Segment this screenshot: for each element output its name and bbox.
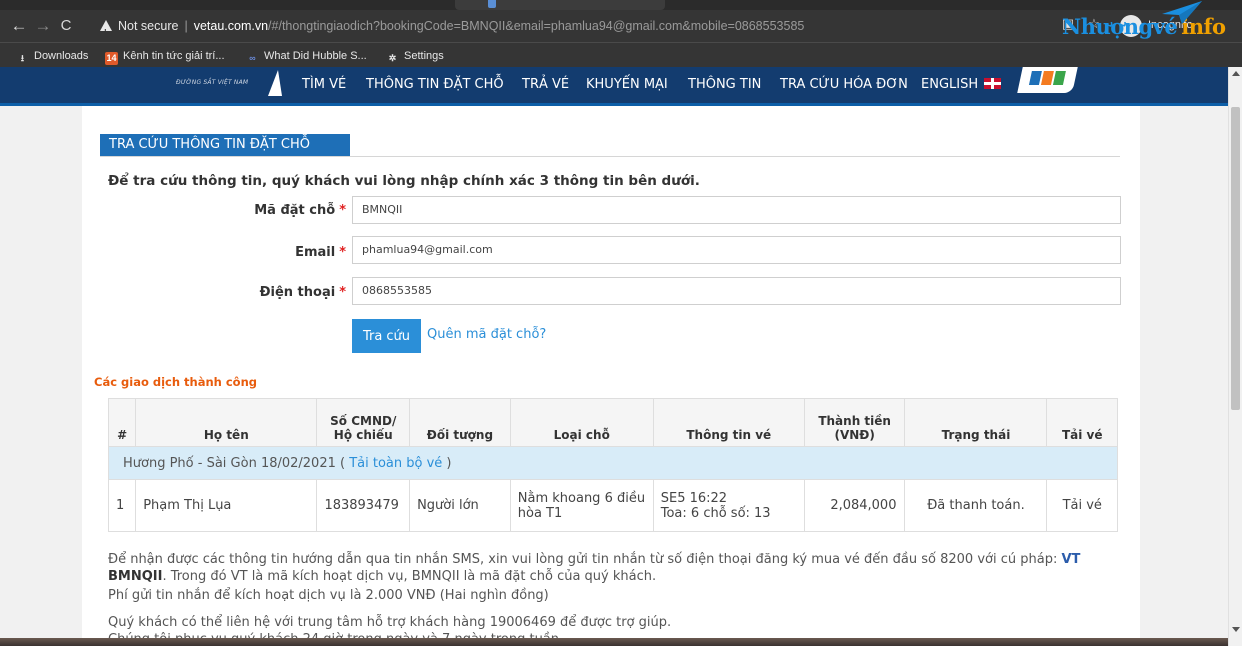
email-label-text: Email [295, 245, 336, 260]
paper-plane-icon [1162, 1, 1202, 24]
browser-tabstrip [0, 0, 1242, 10]
active-tab[interactable] [455, 0, 665, 10]
bookmark-label: Kênh tin tức giải trí... [123, 50, 225, 62]
nav-tim-ve[interactable]: TÌM VÉ [302, 77, 346, 92]
col-name: Họ tên [135, 398, 318, 447]
scroll-thumb[interactable] [1231, 107, 1240, 410]
nav-tra-cuu-hoa-don[interactable]: TRA CỨU HÓA ĐƠN [780, 77, 908, 92]
bookmark-news[interactable]: 14 Kênh tin tức giải trí... [105, 48, 225, 65]
successful-transactions-title: Các giao dịch thành công [94, 375, 257, 389]
tab-favicon-icon [488, 0, 496, 8]
row-status: Đã thanh toán. [904, 479, 1048, 532]
sms-instructions-text: Để nhận được các thông tin hướng dẫn qua… [108, 552, 1062, 567]
section-divider [100, 156, 1120, 157]
row-seat-type: Nằm khoang 6 điều hòa T1 [509, 479, 654, 532]
download-all-link[interactable]: Tải toàn bộ vé [349, 456, 442, 471]
email-input[interactable]: phamlua94@gmail.com [352, 236, 1121, 264]
email-label: Email * [86, 245, 346, 260]
nav-thong-tin[interactable]: THÔNG TIN [688, 77, 761, 92]
booking-code-label-text: Mã đặt chỗ [254, 203, 336, 218]
ticket-car-seat: Toa: 6 chỗ số: 13 [660, 505, 771, 521]
booking-code-input[interactable]: BMNQII [352, 196, 1121, 224]
ticket-train-time: SE5 16:22 [660, 490, 728, 506]
row-amount: 2,084,000 [803, 479, 906, 532]
hubble-icon: ∞ [249, 53, 256, 63]
back-icon[interactable]: ← [8, 15, 30, 37]
phone-label: Điện thoại * [86, 285, 346, 300]
nav-thong-tin-dat-cho[interactable]: THÔNG TIN ĐẶT CHỖ [366, 77, 504, 92]
gear-icon: ✲ [388, 53, 397, 63]
row-download-link[interactable]: Tải vé [1046, 479, 1118, 532]
scroll-up-icon[interactable] [1232, 71, 1240, 76]
taskbar-strip [0, 638, 1228, 646]
row-name: Phạm Thị Lụa [135, 479, 318, 532]
scroll-down-icon[interactable] [1232, 627, 1240, 632]
bookmark-settings[interactable]: ✲ Settings [386, 48, 444, 64]
news-icon: 14 [105, 52, 118, 65]
row-id-number: 183893479 [316, 479, 411, 532]
required-mark: * [339, 285, 346, 300]
bookmark-downloads[interactable]: ⭳ Downloads [16, 48, 89, 64]
trip-group-label: Hương Phố - Sài Gòn 18/02/2021 [123, 455, 336, 471]
col-status: Trạng thái [904, 398, 1048, 447]
intro-text: Để tra cứu thông tin, quý khách vui lòng… [108, 173, 700, 189]
uk-flag-icon [984, 78, 1002, 89]
table-row: 1 Phạm Thị Lụa 183893479 Người lớn Nằm k… [107, 479, 1118, 532]
col-id-number: Số CMND/ Hộ chiếu [316, 398, 411, 447]
forgot-booking-code-link[interactable]: Quên mã đặt chỗ? [427, 327, 546, 342]
required-mark: * [339, 203, 346, 218]
phone-label-text: Điện thoại [259, 285, 336, 300]
nav-khuyen-mai[interactable]: KHUYẾN MẠI [586, 77, 668, 92]
bookmark-hubble[interactable]: ∞ What Did Hubble S... [246, 48, 367, 64]
col-index: # [107, 398, 137, 447]
sms-fee-note: Phí gửi tin nhắn để kích hoạt dịch vụ là… [108, 588, 549, 603]
trip-group-row: Hương Phố - Sài Gòn 18/02/2021 ( Tải toà… [108, 446, 1118, 480]
col-seat-type: Loại chỗ [509, 398, 654, 447]
row-passenger-type: Người lớn [409, 479, 511, 532]
url-path: /#/thongtingiaodich?bookingCode=BMNQII&e… [268, 19, 805, 33]
warning-icon [100, 20, 112, 45]
forward-icon[interactable]: → [32, 15, 54, 37]
address-bar[interactable]: Not secure | vetau.com.vn/#/thongtingiaodi… [100, 14, 1100, 45]
nav-english[interactable]: ENGLISH [921, 77, 1002, 92]
bookmark-label: Settings [404, 50, 444, 62]
not-secure-label: Not secure [118, 19, 179, 33]
url-separator: | [184, 19, 188, 33]
sms-instructions-rest: . Trong đó VT là mã kích hoạt dịch vụ, B… [162, 569, 657, 584]
sms-code-vt: VT [1061, 552, 1081, 567]
railway-logo-icon [268, 70, 282, 96]
transactions-table: # Họ tên Số CMND/ Hộ chiếu Đối tượng Loạ… [107, 398, 1118, 532]
reload-icon[interactable]: C [55, 15, 77, 37]
fpt-logo-icon [1017, 67, 1078, 93]
table-header-row: # Họ tên Số CMND/ Hộ chiếu Đối tượng Loạ… [107, 398, 1118, 447]
col-amount: Thành tiền (VNĐ) [803, 398, 906, 447]
nav-english-label: ENGLISH [921, 77, 979, 92]
url-host: vetau.com.vn [193, 19, 269, 33]
booking-code-label: Mã đặt chỗ * [86, 203, 346, 218]
required-mark: * [339, 245, 346, 260]
download-icon: ⭳ [20, 53, 25, 63]
bookmarks-bar: ⭳ Downloads 14 Kênh tin tức giải trí... ∞ W… [0, 42, 1242, 67]
page-scrollbar[interactable] [1228, 67, 1242, 646]
col-ticket-info: Thông tin vé [652, 398, 805, 447]
nav-tra-ve[interactable]: TRẢ VÉ [522, 77, 569, 92]
sms-code-booking: BMNQII [108, 569, 163, 584]
browser-toolbar: ← → C Not secure | vetau.com.vn/#/thongtin… [0, 10, 1242, 45]
row-ticket-info: SE5 16:22 Toa: 6 chỗ số: 13 [652, 479, 805, 532]
col-download: Tải vé [1046, 398, 1118, 447]
site-header: ĐƯỜNG SẮT VIỆT NAM TÌM VÉ THÔNG TIN ĐẶT … [0, 67, 1228, 106]
col-passenger-type: Đối tượng [409, 398, 511, 447]
search-button[interactable]: Tra cứu [352, 319, 421, 353]
row-index: 1 [107, 479, 137, 532]
sms-instructions: Để nhận được các thông tin hướng dẫn qua… [108, 551, 1108, 585]
support-note: Quý khách có thể liên hệ với trung tâm h… [108, 615, 672, 630]
bookmark-label: What Did Hubble S... [264, 50, 367, 62]
phone-input[interactable]: 0868553585 [352, 277, 1121, 305]
trip-group-cell: Hương Phố - Sài Gòn 18/02/2021 ( Tải toà… [108, 446, 1118, 480]
bookmark-label: Downloads [34, 50, 89, 62]
site-logo-text[interactable]: ĐƯỜNG SẮT VIỆT NAM [176, 79, 248, 86]
section-tab-decoration [310, 134, 350, 156]
